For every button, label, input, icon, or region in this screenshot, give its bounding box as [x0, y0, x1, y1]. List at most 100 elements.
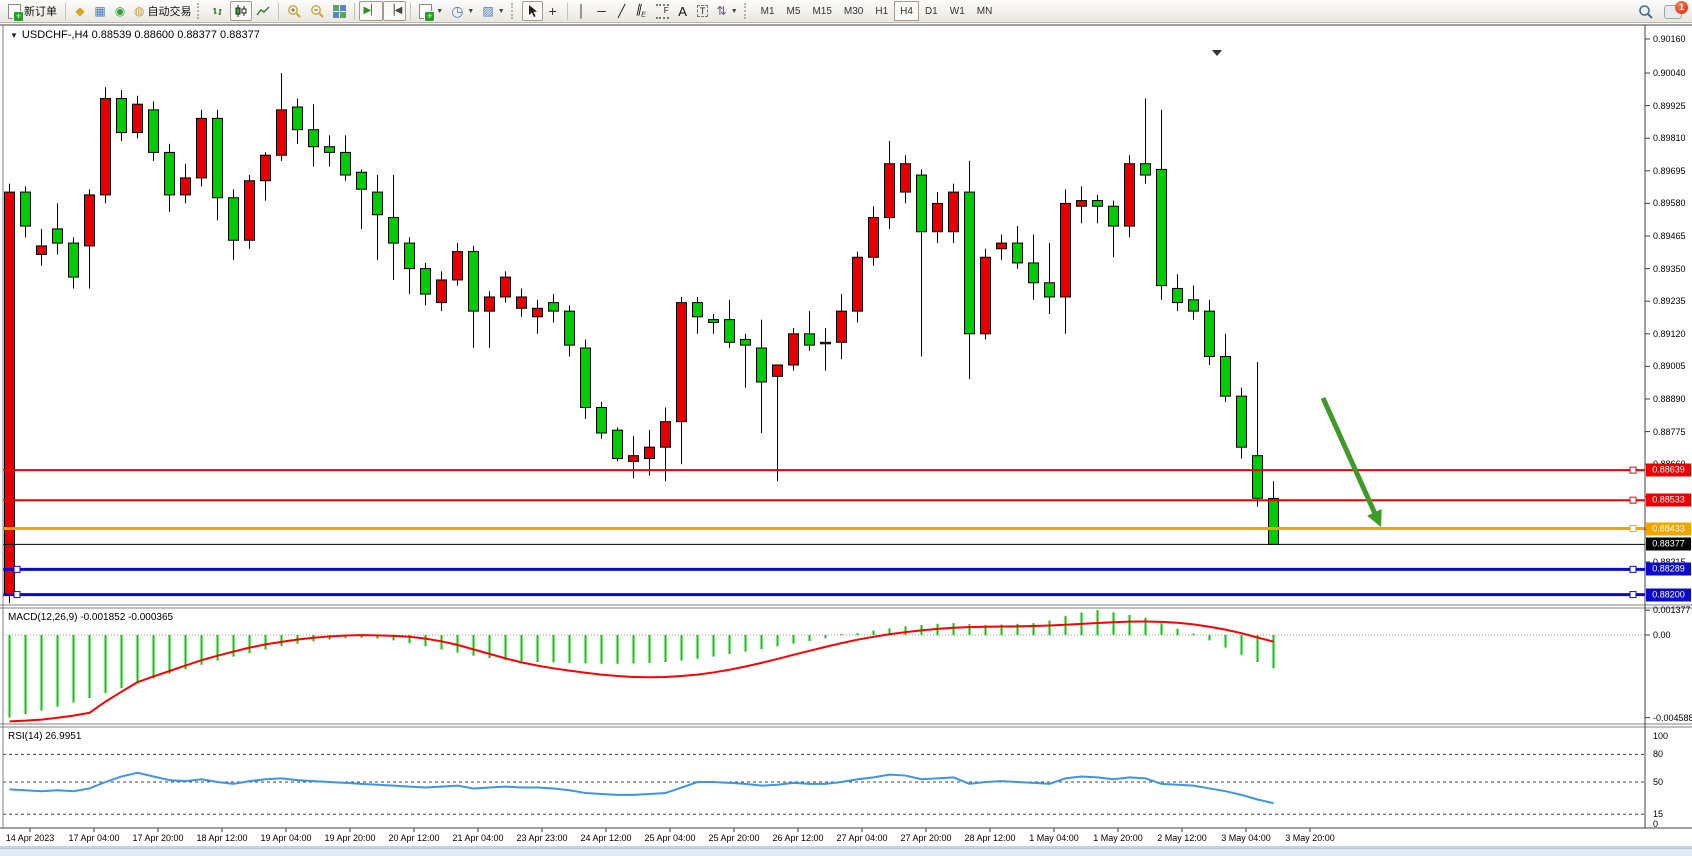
favorites-button[interactable]: ◆ [70, 1, 90, 21]
bar-chart-button[interactable] [208, 1, 230, 21]
line-handle[interactable] [14, 592, 20, 598]
line-handle[interactable] [14, 566, 20, 572]
templates-button[interactable]: ▨▼ [478, 1, 508, 21]
timeframe-button-h1[interactable]: H1 [869, 1, 894, 21]
time-axis-label: 1 May 04:00 [1029, 833, 1079, 843]
candle-body-up [677, 303, 687, 422]
crosshair-icon: + [549, 4, 557, 18]
new-chart-button[interactable]: +▼ [415, 1, 447, 21]
candle-body-down [757, 348, 767, 382]
auto-scroll-button[interactable]: ▶▏ [359, 1, 382, 21]
candle-body-down [1109, 206, 1119, 226]
candle-body-down [741, 339, 751, 345]
new-order-button[interactable]: + 新订单 [4, 1, 61, 21]
navigator-button[interactable]: ◉ [110, 1, 130, 21]
chevron-down-icon: ▼ [498, 8, 505, 15]
mt4-terminal-window: + 新订单 ◆ ▦ ◉ ◍ 自动交易 ▶▏ ▕◀ +▼ [0, 0, 1692, 856]
chevron-down-icon: ▼ [467, 8, 474, 15]
crosshair-tool-button[interactable]: + [543, 1, 563, 21]
timeframe-button-h4[interactable]: H4 [894, 1, 919, 21]
tile-windows-button[interactable] [329, 1, 350, 21]
macd-tick-label: -0.004588 [1653, 713, 1692, 723]
price-line-label: 0.88533 [1646, 494, 1691, 507]
timeframe-button-m30[interactable]: M30 [838, 1, 869, 21]
periods-button[interactable]: ◷▼ [447, 1, 478, 21]
time-axis-label: 28 Apr 12:00 [964, 833, 1015, 843]
cursor-tool-button[interactable] [522, 1, 543, 21]
line-chart-icon [256, 4, 270, 18]
candlestick-chart-icon [234, 4, 248, 18]
timeframe-button-w1[interactable]: W1 [944, 1, 971, 21]
candle-body-up [533, 308, 543, 317]
time-axis-label: 25 Apr 20:00 [708, 833, 759, 843]
horizontal-line-tool-button[interactable]: ─ [592, 1, 612, 21]
line-handle[interactable] [1630, 497, 1636, 503]
trendline-icon: ╱ [618, 5, 625, 17]
chart-canvas[interactable] [0, 23, 1692, 856]
text-label-tool-button[interactable]: T [693, 1, 713, 21]
line-handle[interactable] [1630, 467, 1636, 473]
candle-body-up [197, 118, 207, 178]
zoom-in-button[interactable] [283, 1, 306, 21]
timeframe-button-d1[interactable]: D1 [919, 1, 944, 21]
candle-body-up [789, 334, 799, 365]
line-handle[interactable] [1630, 592, 1636, 598]
candle-body-down [1093, 201, 1103, 207]
fibonacci-tool-button[interactable]: F [652, 1, 673, 21]
candle-body-down [613, 430, 623, 458]
candle-body-down [1173, 288, 1183, 302]
candle-body-up [437, 280, 447, 303]
price-tick-label: 0.90160 [1653, 34, 1686, 44]
candle-body-up [1077, 201, 1087, 207]
new-order-icon: + [8, 4, 21, 19]
timeframe-button-mn[interactable]: MN [971, 1, 999, 21]
price-line-label: 0.88377 [1646, 538, 1691, 551]
chat-icon[interactable]: 1 [1664, 5, 1682, 19]
timeframe-button-m15[interactable]: M15 [806, 1, 837, 21]
time-axis-label: 2 May 12:00 [1157, 833, 1207, 843]
notification-badge: 1 [1675, 1, 1688, 14]
channel-icon: ∥E [635, 3, 649, 18]
fibonacci-icon: F [656, 4, 669, 19]
text-tool-button[interactable]: A [673, 1, 693, 21]
arrows-tool-button[interactable]: ⇅▼ [713, 1, 742, 21]
trendline-tool-button[interactable]: ╱ [612, 1, 632, 21]
candle-body-up [933, 203, 943, 231]
chart-shift-button[interactable]: ▕◀ [383, 1, 406, 21]
line-chart-button[interactable] [252, 1, 274, 21]
candle-body-up [837, 311, 847, 342]
horizontal-line-icon: ─ [597, 5, 606, 17]
zoom-out-icon [310, 4, 325, 19]
candle-body-down [1189, 300, 1199, 311]
chart-shift-marker[interactable] [1212, 50, 1222, 56]
candle-body-down [1221, 356, 1231, 396]
candle-body-down [389, 218, 399, 244]
candle-body-down [357, 172, 367, 189]
candle-body-down [373, 192, 383, 215]
price-tick-label: 0.88890 [1653, 394, 1686, 404]
market-watch-button[interactable]: ▦ [90, 1, 110, 21]
line-handle[interactable] [1630, 566, 1636, 572]
candlestick-chart-button[interactable] [230, 1, 252, 21]
vertical-line-tool-button[interactable]: │ [572, 1, 592, 21]
toolbar-grip [744, 3, 751, 19]
time-axis-label: 25 Apr 04:00 [644, 833, 695, 843]
new-chart-icon: + [419, 4, 432, 19]
candle-body-down [597, 407, 607, 433]
favorites-icon: ◆ [75, 5, 84, 17]
macd-indicator-label: MACD(12,26,9) -0.001852 -0.000365 [8, 612, 173, 623]
channel-tool-button[interactable]: ∥E [632, 1, 652, 21]
chart-window[interactable]: ▼USDCHF-,H4 0.88539 0.88600 0.88377 0.88… [0, 23, 1692, 856]
auto-trading-button[interactable]: ◍ 自动交易 [130, 1, 195, 21]
candle-body-up [181, 178, 191, 195]
chart-expand-icon[interactable]: ▼ [10, 31, 18, 40]
toolbar-separator [65, 3, 66, 20]
macd-tick-label: 0.00 [1653, 630, 1671, 640]
timeframe-button-m1[interactable]: M1 [755, 1, 781, 21]
toolbar-separator [567, 3, 568, 20]
line-handle[interactable] [1630, 526, 1636, 532]
timeframe-button-m5[interactable]: M5 [781, 1, 807, 21]
candle-body-down [693, 303, 703, 317]
macd-signal-line [10, 622, 1274, 722]
search-icon[interactable] [1638, 4, 1654, 20]
